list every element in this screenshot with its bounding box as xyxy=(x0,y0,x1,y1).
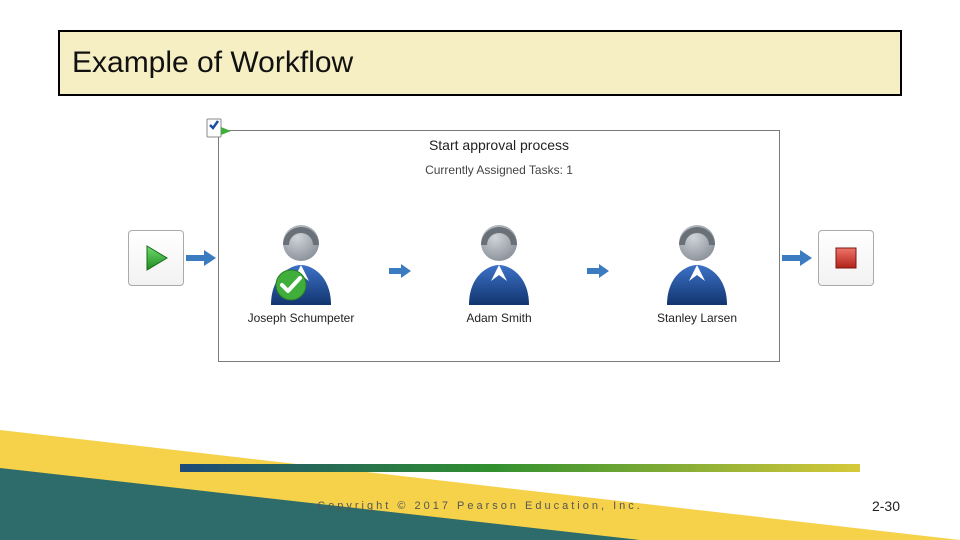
arrow-right-icon xyxy=(782,248,812,268)
arrow-between-0-1 xyxy=(389,263,411,279)
footer-rule xyxy=(180,464,860,472)
slide-title: Example of Workflow xyxy=(72,46,353,80)
stop-node xyxy=(818,230,874,286)
approver-name: Stanley Larsen xyxy=(657,311,737,325)
stop-icon xyxy=(833,245,859,271)
approver-1: Adam Smith xyxy=(429,217,569,325)
arrow-right-icon xyxy=(186,248,216,268)
person-icon xyxy=(459,217,539,307)
slide-title-bar: Example of Workflow xyxy=(58,30,902,96)
approval-box-subtitle: Currently Assigned Tasks: 1 xyxy=(219,163,779,177)
person-icon xyxy=(261,217,341,307)
page-number: 2-30 xyxy=(872,498,900,514)
approver-name: Adam Smith xyxy=(466,311,531,325)
approval-box-title: Start approval process xyxy=(219,137,779,153)
approver-name: Joseph Schumpeter xyxy=(248,311,355,325)
approver-2: Stanley Larsen xyxy=(627,217,767,325)
person-icon xyxy=(657,217,737,307)
arrow-between-1-2 xyxy=(587,263,609,279)
approval-process-box: Start approval process Currently Assigne… xyxy=(218,130,780,362)
approvers-row: Joseph Schumpeter Adam Smith xyxy=(219,191,779,351)
play-icon xyxy=(141,243,171,273)
workflow-diagram: Start approval process Currently Assigne… xyxy=(58,120,902,400)
arrow-right-icon xyxy=(389,263,411,279)
footer-decor xyxy=(0,430,960,540)
approver-0: Joseph Schumpeter xyxy=(231,217,371,325)
arrow-start-to-box xyxy=(186,248,216,268)
arrow-right-icon xyxy=(587,263,609,279)
copyright-text: Copyright © 2017 Pearson Education, Inc. xyxy=(0,500,960,512)
arrow-box-to-stop xyxy=(782,248,812,268)
start-node xyxy=(128,230,184,286)
